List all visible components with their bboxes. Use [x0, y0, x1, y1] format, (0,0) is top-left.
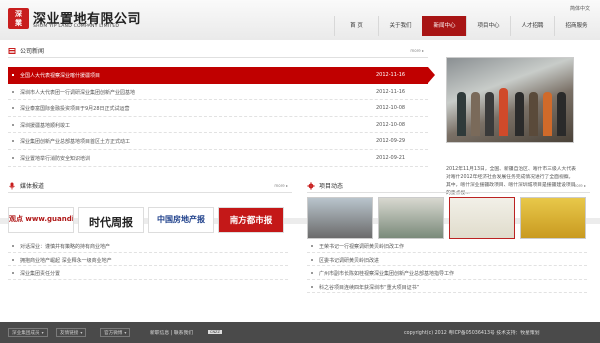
main-content: 公司新闻 more ▸ 全国人大代表视察深业喀什援疆项目 2012-11-16 深… — [0, 40, 600, 322]
list-item[interactable]: 区委书记调研黄贝岭旧改进 — [307, 253, 587, 266]
member-companies-dropdown[interactable]: 深业集团成员 — [8, 328, 48, 337]
company-news-list: 全国人大代表视察深业喀什援疆项目 2012-11-16 深圳市人大代表团一行调研深… — [8, 67, 435, 167]
featured-news-photo[interactable] — [446, 57, 574, 143]
nav-careers[interactable]: 人才招聘 — [510, 16, 554, 36]
nav-investment[interactable]: 招商服务 — [554, 16, 598, 36]
award-photo[interactable] — [520, 197, 586, 239]
news-row[interactable]: 全国人大代表视察深业喀什援疆项目 2012-11-16 — [8, 67, 435, 84]
news-row[interactable]: 深业泰富国际金融投资项目于9月28日正式试运营 2012-10-08 — [8, 100, 428, 117]
company-news-title: 公司新闻 — [20, 48, 45, 55]
nav-home[interactable]: 首 页 — [334, 16, 378, 36]
media-logos: 观点 www.guandian.cn 时代周报 中国房地产报 南方都市报 — [8, 207, 288, 233]
microphone-icon — [9, 182, 15, 190]
guandian-logo[interactable]: 观点 www.guandian.cn — [8, 207, 74, 233]
nav-projects[interactable]: 项目中心 — [466, 16, 510, 36]
list-item[interactable]: 科之谷项目连续四年获深圳市“重大项目证书” — [307, 280, 587, 293]
list-item[interactable]: 拥抱商业地产崛起 深业释永一级商业地产 — [8, 253, 288, 266]
project-photo[interactable] — [307, 197, 373, 239]
copyright-text: copyright(c) 2012 粤ICP备05036413号 技术支持：牧星… — [404, 331, 540, 336]
list-item[interactable]: 深业集团责任分置 — [8, 266, 288, 280]
media-title: 媒体报道 — [20, 183, 45, 190]
nav-news[interactable]: 新闻中心 — [422, 16, 466, 36]
project-photo[interactable] — [378, 197, 444, 239]
footer-links[interactable]: 新职信息 | 联系我们 — [150, 329, 193, 336]
gear-icon — [307, 182, 315, 190]
list-item[interactable]: 王荣书记一行视察调研黄贝岭旧改工作 — [307, 239, 587, 253]
media-header: 媒体报道 more ▸ — [8, 179, 292, 193]
news-row[interactable]: 深业集团创新产业总部基地项目首区土方正式动工 2012-09-29 — [8, 133, 428, 150]
news-row[interactable]: 深圳市人大代表团一行调研深业集团创新产业园基地 2012-11-16 — [8, 84, 428, 101]
project-thumbnails — [307, 197, 591, 239]
company-seal-logo[interactable]: 深 業 — [8, 8, 29, 29]
list-item[interactable]: 对话深业：谨慎并有策略的持有商业地产 — [8, 239, 288, 253]
media-more[interactable]: more ▸ — [274, 183, 288, 188]
nanfangdushibao-logo[interactable]: 南方都市报 — [218, 207, 284, 233]
header: 深 業 深业置地有限公司 SHUM YIP LAND COMPANY LIMIT… — [0, 0, 600, 40]
friendly-links-dropdown[interactable]: 友情链接 — [56, 328, 87, 337]
news-row[interactable]: 深业置地举行消防安全知识培训 2012-09-21 — [8, 150, 428, 167]
weibo-dropdown[interactable]: 官方微博 — [100, 328, 131, 337]
footer: 深业集团成员 友情链接 官方微博 新职信息 | 联系我们 CNZZ copyri… — [0, 322, 600, 343]
language-switch[interactable]: 简体中文 — [570, 5, 590, 12]
cnzz-badge[interactable]: CNZZ — [208, 330, 222, 334]
nav-about[interactable]: 关于我们 — [378, 16, 422, 36]
company-news-more[interactable]: more ▸ — [410, 48, 424, 53]
newspaper-icon — [8, 48, 16, 54]
projects-list: 王荣书记一行视察调研黄贝岭旧改工作 区委书记调研黄贝岭旧改进 广州市副市长陈如桂… — [307, 239, 587, 293]
shidaizhoubao-logo[interactable]: 时代周报 — [78, 207, 144, 233]
news-row[interactable]: 深圳援疆基地顺利竣工 2012-10-08 — [8, 117, 428, 134]
company-news-header: 公司新闻 more ▸ — [8, 44, 428, 58]
zhongguofangdichan-logo[interactable]: 中国房地产报 — [148, 207, 214, 233]
media-list: 对话深业：谨慎并有策略的持有商业地产 拥抱商业地产崛起 深业释永一级商业地产 深… — [8, 239, 288, 280]
list-item[interactable]: 广州市副市长陈如桂视察深业集团创新产业总部基地指导工作 — [307, 266, 587, 280]
company-name-en: SHUM YIP LAND COMPANY LIMITED — [33, 24, 120, 29]
main-nav: 首 页 关于我们 新闻中心 项目中心 人才招聘 招商服务 — [334, 16, 598, 36]
projects-more[interactable]: more ▸ — [572, 183, 586, 188]
projects-header: 项目动态 more ▸ — [307, 179, 590, 193]
projects-title: 项目动态 — [319, 183, 344, 190]
certificate-photo[interactable] — [449, 197, 515, 239]
